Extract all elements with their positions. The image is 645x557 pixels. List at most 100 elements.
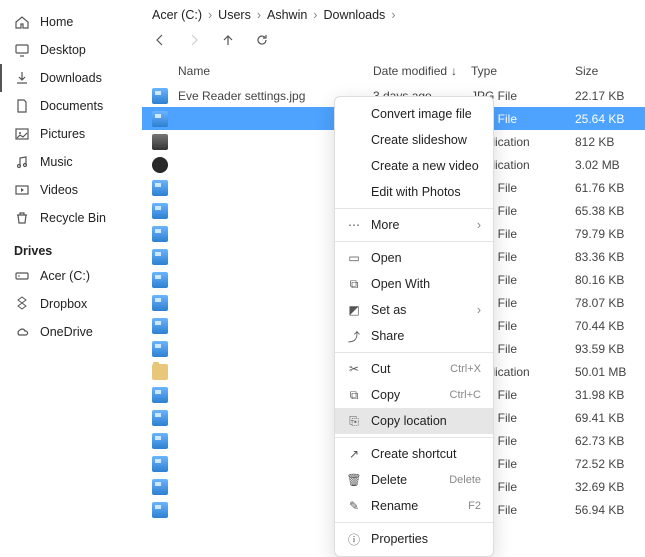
ctx-cut[interactable]: ✂CutCtrl+X [335,356,493,382]
ctx-label: Open With [371,277,430,291]
ctx-convert-image-file[interactable]: Convert image file [335,101,493,127]
col-type[interactable]: Type [471,64,575,78]
sidebar-item-label: Pictures [40,127,85,141]
back-button[interactable] [152,32,168,48]
sidebar-item-videos[interactable]: Videos [0,176,142,204]
file-icon [142,180,178,196]
sidebar-item-label: Desktop [40,43,86,57]
sidebar-item-dropbox[interactable]: Dropbox [0,290,142,318]
music-icon [14,154,30,170]
file-size: 3.02 MB [575,158,645,172]
breadcrumb-segment[interactable]: Downloads [323,8,385,22]
ctx-label: Create slideshow [371,133,467,147]
sidebar-item-label: Dropbox [40,297,87,311]
file-size: 79.79 KB [575,227,645,241]
file-size: 22.17 KB [575,89,645,103]
column-headers: Name Date modified↓ Type Size [142,58,645,84]
chevron-right-icon: › [257,8,261,22]
chevron-right-icon: › [313,8,317,22]
col-name[interactable]: Name [178,64,373,78]
ctx-more[interactable]: ⋯More› [335,212,493,238]
sidebar-item-label: Recycle Bin [40,211,106,225]
sidebar-item-desktop[interactable]: Desktop [0,36,142,64]
ctx-label: Cut [371,362,390,376]
file-size: 80.16 KB [575,273,645,287]
ctx-shortcut: F2 [468,500,481,512]
copy-icon: ⧉ [347,388,361,402]
ctx-open[interactable]: ▭Open [335,245,493,271]
file-size: 93.59 KB [575,342,645,356]
ctx-create-shortcut[interactable]: ↗Create shortcut [335,441,493,467]
file-icon [142,134,178,150]
sidebar-item-documents[interactable]: Documents [0,92,142,120]
file-size: 78.07 KB [575,296,645,310]
blank-icon [347,107,361,121]
ctx-share[interactable]: ⤴Share [335,323,493,349]
ctx-label: Rename [371,499,418,513]
file-icon [142,295,178,311]
file-icon [142,203,178,219]
file-icon [142,502,178,518]
separator [335,352,493,353]
sidebar-item-home[interactable]: Home [0,8,142,36]
sidebar: Home Desktop DownloadsDocuments Pictures Mus… [0,0,142,533]
ctx-create-slideshow[interactable]: Create slideshow [335,127,493,153]
sidebar-item-onedrive[interactable]: OneDrive [0,318,142,346]
props-icon: ⓘ [347,532,361,546]
col-size[interactable]: Size [575,64,645,78]
breadcrumb-segment[interactable]: Ashwin [267,8,307,22]
ctx-delete[interactable]: 🗑DeleteDelete [335,467,493,493]
setas-icon: ◩ [347,303,361,317]
ctx-properties[interactable]: ⓘProperties [335,526,493,552]
ctx-label: Copy location [371,414,447,428]
ctx-label: Edit with Photos [371,185,461,199]
ctx-set-as[interactable]: ◩Set as› [335,297,493,323]
sidebar-item-recycle-bin[interactable]: Recycle Bin [0,204,142,232]
shortcut-icon: ↗ [347,447,361,461]
breadcrumb-segment[interactable]: Acer (C:) [152,8,202,22]
breadcrumb-segment[interactable]: Users [218,8,251,22]
ctx-edit-with-photos[interactable]: Edit with Photos [335,179,493,205]
breadcrumb[interactable]: Acer (C:)›Users›Ashwin›Downloads› [142,0,645,26]
file-icon [142,410,178,426]
rename-icon: ✎ [347,499,361,513]
drives-header: Drives [0,232,142,262]
chevron-right-icon: › [391,8,395,22]
videos-icon [14,182,30,198]
ctx-shortcut: Ctrl+C [450,389,481,401]
sidebar-item-label: Acer (C:) [40,269,90,283]
file-icon [142,341,178,357]
open-icon: ▭ [347,251,361,265]
ctx-shortcut: Ctrl+X [450,363,481,375]
chevron-right-icon: › [477,218,481,232]
forward-button[interactable] [186,32,202,48]
file-icon [142,387,178,403]
file-icon [142,433,178,449]
sidebar-item-music[interactable]: Music [0,148,142,176]
sort-indicator-icon: ↓ [451,64,457,78]
context-menu: Convert image file Create slideshow Create… [334,96,494,557]
ctx-copy-location[interactable]: ⎘Copy location [335,408,493,434]
refresh-button[interactable] [254,32,270,48]
file-icon [142,111,178,127]
ctx-create-a-new-video[interactable]: Create a new video [335,153,493,179]
share-icon: ⤴ [347,329,361,343]
sidebar-item-pictures[interactable]: Pictures [0,120,142,148]
sidebar-item-acer-c-[interactable]: Acer (C:) [0,262,142,290]
col-date[interactable]: Date modified↓ [373,64,471,78]
toolbar [142,26,645,58]
ctx-label: Convert image file [371,107,472,121]
onedrive-icon [14,324,30,340]
ctx-label: Create a new video [371,159,479,173]
acer-c--icon [14,268,30,284]
sidebar-item-label: Music [40,155,73,169]
ctx-rename[interactable]: ✎ Rename F2 [335,493,493,519]
ctx-copy[interactable]: ⧉CopyCtrl+C [335,382,493,408]
desktop-icon [14,42,30,58]
home-icon [14,14,30,30]
sidebar-item-downloads[interactable]: Downloads [0,64,142,92]
ctx-open-with[interactable]: ⧉Open With [335,271,493,297]
file-size: 25.64 KB [575,112,645,126]
up-button[interactable] [220,32,236,48]
file-size: 31.98 KB [575,388,645,402]
